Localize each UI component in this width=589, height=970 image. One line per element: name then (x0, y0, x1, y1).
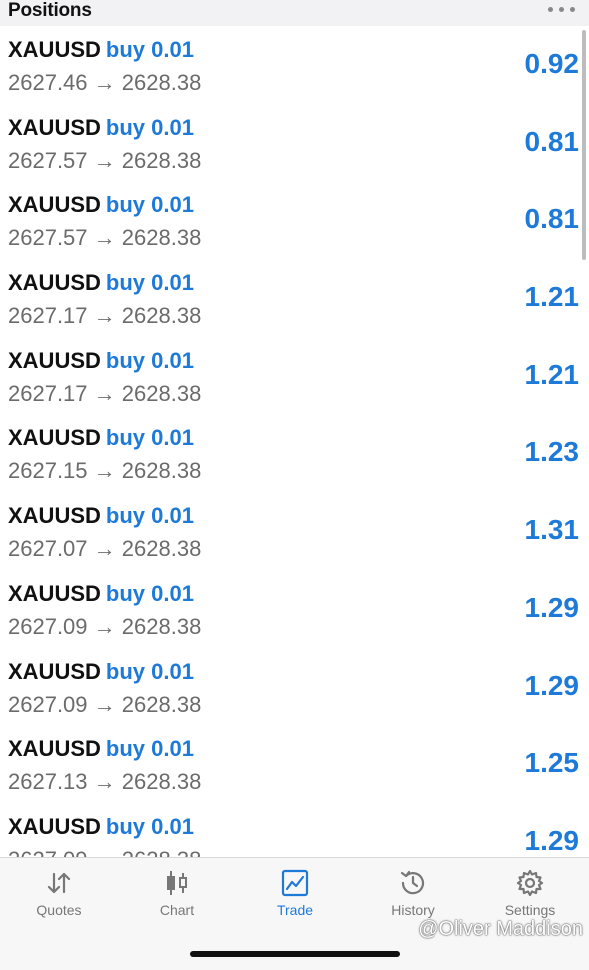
position-symbol: XAUUSD (8, 503, 101, 529)
history-clock-icon (400, 870, 425, 895)
position-current-price: 2628.38 (121, 458, 202, 484)
position-side: buy 0.01 (105, 37, 194, 62)
position-current-price: 2628.38 (121, 769, 202, 795)
position-row[interactable]: XAUUSD buy 0.01 2627.17 → 2628.38 1.21 (0, 259, 589, 337)
position-side: buy 0.01 (105, 347, 194, 373)
tab-quotes[interactable]: Quotes (0, 868, 118, 928)
tab-trade[interactable]: Trade (236, 868, 354, 928)
position-open-price: 2627.09 (8, 613, 88, 639)
position-profit: 0.92 (524, 48, 580, 79)
position-open-price: 2627.17 (8, 380, 88, 406)
position-symbol: XAUUSD (8, 580, 101, 606)
position-row[interactable]: XAUUSDbuy 0.01 2627.09 → 2628.38 1.29 (0, 648, 589, 726)
position-current-price: 2628.38 (121, 536, 202, 562)
position-symbol: XAUUSD (8, 813, 101, 839)
position-row[interactable]: XAUUSD buy 0.01 2627.46 → 2628.38 0.92 (0, 26, 589, 104)
position-current-price: 2628.38 (121, 613, 202, 639)
tab-label: Quotes (36, 902, 82, 918)
tab-label: Trade (276, 902, 314, 918)
candlestick-chart-icon (167, 871, 187, 895)
arrow-icon: → (93, 691, 116, 717)
position-side: buy 0.01 (105, 270, 194, 296)
tab-chart[interactable]: Chart (118, 868, 236, 928)
position-open-price: 2627.15 (8, 458, 88, 484)
arrow-icon: → (93, 380, 116, 406)
position-open-price: 2627.57 (8, 225, 88, 251)
position-symbol: XAUUSD (8, 37, 101, 62)
position-side: buy 0.01 (105, 503, 194, 529)
position-side: buy 0.01 (105, 425, 194, 451)
position-row[interactable]: XAUUSD buy 0.01 2627.57 → 2628.38 0.81 (0, 104, 589, 182)
tab-label: Settings (504, 902, 556, 918)
position-profit: 0.81 (524, 125, 580, 157)
position-open-price: 2627.09 (8, 691, 88, 717)
arrow-icon: → (93, 769, 116, 795)
tab-label: Chart (159, 902, 195, 918)
position-side: buy 0.01 (105, 114, 194, 140)
position-profit: 0.81 (524, 203, 580, 235)
arrow-icon: → (93, 613, 116, 639)
position-side: buy 0.01 (105, 658, 194, 684)
arrow-icon: → (93, 70, 116, 95)
position-open-price: 2627.17 (8, 303, 88, 329)
position-symbol: XAUUSD (8, 192, 101, 218)
position-symbol: XAUUSD (8, 736, 101, 762)
position-row[interactable]: XAUUSD buy 0.01 2627.17 → 2628.38 1.21 (0, 337, 589, 415)
home-indicator[interactable] (190, 951, 400, 957)
position-row[interactable]: XAUUSDbuy 0.01 2627.09 → 2628.38 1.29 (0, 570, 589, 648)
position-current-price: 2628.38 (121, 303, 202, 329)
position-profit: 1.29 (524, 669, 580, 701)
position-open-price: 2627.57 (8, 147, 88, 173)
position-side: buy 0.01 (105, 192, 194, 218)
position-current-price: 2628.38 (121, 147, 202, 173)
position-symbol: XAUUSD (8, 347, 101, 373)
trade-line-chart-icon (281, 869, 309, 897)
positions-header: Positions (0, 0, 589, 26)
position-row[interactable]: XAUUSD buy 0.01 2627.57 → 2628.38 0.81 (0, 181, 589, 259)
position-row[interactable]: XAUUSD buy 0.01 2627.15 → 2628.38 1.23 (0, 414, 589, 492)
positions-list[interactable]: XAUUSD buy 0.01 2627.46 → 2628.38 0.92 XA… (0, 26, 589, 858)
position-open-price: 2627.07 (8, 536, 88, 562)
position-profit: 1.29 (524, 591, 580, 623)
more-options-icon[interactable] (548, 7, 575, 12)
watermark: @Oliver Maddison (418, 918, 583, 940)
position-row[interactable]: XAUUSD buy 0.01 2627.13 → 2628.38 1.25 (0, 725, 589, 803)
scrollbar[interactable] (582, 30, 586, 260)
position-row[interactable]: XAUUSD buy 0.01 2627.07 → 2628.38 1.31 (0, 492, 589, 570)
arrow-icon: → (93, 303, 116, 329)
position-row[interactable]: XAUUSDbuy 0.01 2627.09 → 2628.38 1.29 (0, 803, 589, 858)
position-current-price: 2628.38 (121, 691, 202, 717)
position-side: buy 0.01 (105, 736, 194, 762)
arrow-icon: → (93, 536, 116, 562)
position-open-price: 2627.46 (8, 70, 88, 95)
position-current-price: 2628.38 (121, 70, 202, 95)
quotes-arrows-icon (47, 872, 71, 894)
position-profit: 1.29 (524, 824, 580, 856)
gear-icon (516, 869, 544, 897)
position-symbol: XAUUSD (8, 658, 101, 684)
position-profit: 1.21 (524, 281, 580, 313)
position-profit: 1.31 (524, 514, 580, 546)
arrow-icon: → (93, 458, 116, 484)
position-symbol: XAUUSD (8, 270, 101, 296)
arrow-icon: → (93, 147, 116, 173)
page-title: Positions (8, 0, 92, 21)
position-profit: 1.23 (524, 436, 580, 468)
position-current-price: 2628.38 (121, 225, 202, 251)
tab-label: History (391, 902, 435, 918)
position-profit: 1.25 (524, 747, 580, 779)
position-symbol: XAUUSD (8, 114, 101, 140)
position-current-price: 2628.38 (121, 380, 202, 406)
position-side: buy 0.01 (105, 813, 194, 839)
position-side: buy 0.01 (105, 580, 194, 606)
position-symbol: XAUUSD (8, 425, 101, 451)
position-profit: 1.21 (524, 358, 580, 390)
position-open-price: 2627.13 (8, 769, 88, 795)
arrow-icon: → (93, 225, 116, 251)
